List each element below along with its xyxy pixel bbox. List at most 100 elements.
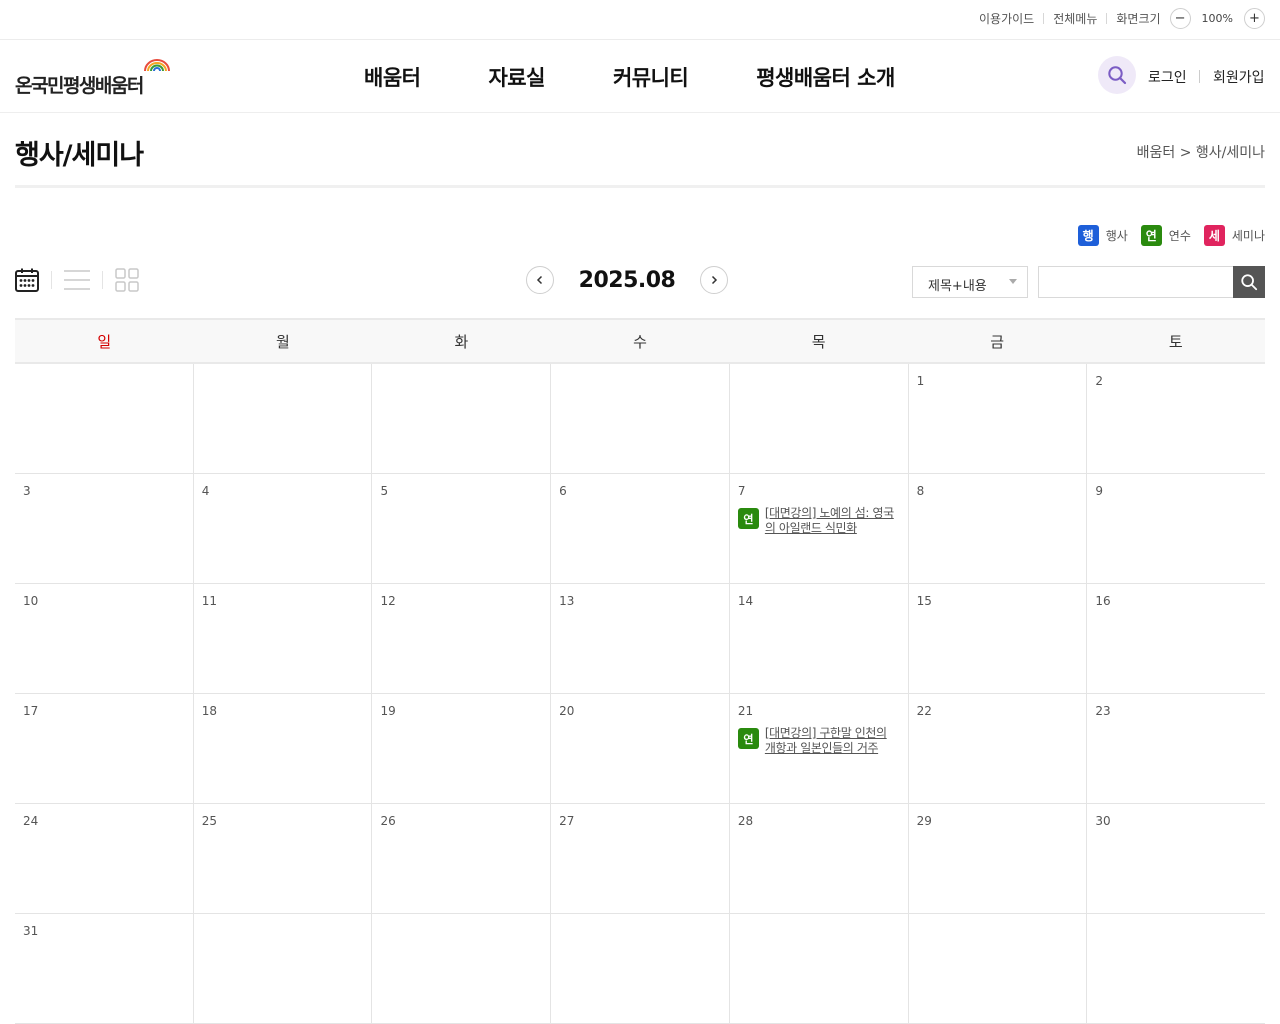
calendar-day-cell: 19: [371, 694, 550, 803]
usage-guide-link[interactable]: 이용가이드: [970, 10, 1043, 27]
day-number: 18: [201, 704, 217, 718]
calendar-day-cell: 7 연 [대면강의] 노예의 섬: 영국의 아일랜드 식민화: [728, 474, 908, 583]
calendar-day-cell: 1: [907, 364, 1087, 473]
calendar-week-row: 3 4 5 6 7 연 [대면강의] 노예의 섬: 영국의 아일랜드 식민화 8 9: [15, 474, 1265, 584]
calendar-day-cell: 30: [1086, 804, 1265, 913]
calendar-week-row: 31: [15, 914, 1265, 1024]
seminar-category-label: 세미나: [1231, 229, 1265, 243]
all-menu-link[interactable]: 전체메뉴: [1044, 10, 1106, 27]
day-number: 20: [559, 704, 575, 718]
chevron-down-icon: [1009, 279, 1017, 284]
nav-item-about[interactable]: 평생배움터 소개: [722, 62, 929, 92]
calendar-day-cell: [728, 914, 908, 1023]
calendar-day-cell: 2: [1086, 364, 1265, 473]
calendar-day-cell: [371, 914, 550, 1023]
zoom-level: 100%: [1201, 12, 1233, 25]
calendar-event[interactable]: 연 [대면강의] 노예의 섬: 영국의 아일랜드 식민화: [737, 506, 908, 536]
day-number: 5: [380, 484, 389, 498]
day-number: [380, 374, 550, 390]
day-number: [380, 924, 550, 940]
nav-item-community[interactable]: 커뮤니티: [579, 62, 722, 92]
header-search-button[interactable]: [1098, 56, 1136, 94]
calendar-day-cell: 10: [15, 584, 193, 693]
day-number: 10: [23, 594, 39, 608]
calendar-day-cell: 24: [15, 804, 193, 913]
calendar-day-cell: 31: [15, 914, 193, 1023]
divider: [102, 271, 103, 289]
calendar-day-cell: 27: [550, 804, 729, 913]
utility-bar: 이용가이드 전체메뉴 화면크기 − 100% +: [0, 0, 1280, 40]
training-category-badge: 연: [737, 728, 759, 749]
grid-view-icon[interactable]: [115, 268, 139, 292]
calendar-day-cell: 20: [550, 694, 729, 803]
calendar-view-icon[interactable]: [15, 268, 39, 292]
calendar-day-cell: 11: [192, 584, 372, 693]
search-scope-value: 제목+내용: [928, 279, 987, 294]
rainbow-logo-icon: [144, 59, 170, 72]
calendar-day-cell: [15, 364, 193, 473]
zoom-in-button[interactable]: +: [1244, 8, 1265, 29]
weekday-friday: 금: [990, 332, 1005, 351]
nav-item-learning[interactable]: 배움터: [330, 62, 454, 92]
month-navigation: 2025.08: [526, 266, 728, 294]
day-number: 16: [1095, 594, 1111, 608]
calendar-day-cell: [728, 364, 908, 473]
weekday-saturday: 토: [1168, 332, 1183, 351]
day-number: 31: [23, 924, 39, 938]
day-number: 7: [737, 484, 746, 498]
logo-text: 온국민평생배움터: [15, 75, 144, 97]
weekday-sunday: 일: [97, 332, 112, 351]
day-number: 26: [380, 814, 396, 828]
list-view-icon[interactable]: [64, 268, 90, 292]
calendar-day-cell: [907, 914, 1087, 1023]
search-submit-button[interactable]: [1233, 266, 1265, 298]
day-number: 9: [1095, 484, 1103, 498]
day-number: [23, 374, 193, 390]
day-number: 19: [380, 704, 396, 718]
signup-link[interactable]: 회원가입: [1213, 67, 1265, 87]
nav-item-resources[interactable]: 자료실: [454, 62, 578, 92]
day-number: [202, 924, 372, 940]
calendar-day-cell: 22: [907, 694, 1087, 803]
site-logo[interactable]: 온국민평생배움터: [15, 58, 175, 98]
weekday-thursday: 목: [811, 332, 826, 351]
day-number: 25: [201, 814, 217, 828]
event-title-link[interactable]: [대면강의] 노예의 섬: 영국의 아일랜드 식민화: [765, 506, 897, 536]
calendar-body: 1 2 3 4 5 6 7 연 [대면강의] 노예의 섬: 영국의 아일랜드 식민화 8 9 10 11…: [15, 364, 1265, 1024]
zoom-out-button[interactable]: −: [1169, 8, 1191, 29]
training-category-label: 연수: [1168, 229, 1191, 243]
calendar-day-cell: [550, 914, 729, 1023]
day-number: [917, 924, 1087, 940]
calendar-day-cell: 3: [15, 474, 193, 583]
day-number: [202, 374, 372, 390]
search-input[interactable]: [1038, 266, 1234, 298]
event-category-badge: 행: [1077, 225, 1099, 246]
calendar-day-cell: 6: [550, 474, 729, 583]
seminar-category-badge: 세: [1203, 225, 1225, 246]
utility-links: 이용가이드 전체메뉴 화면크기 − 100% +: [970, 8, 1265, 29]
calendar-day-cell: 8: [907, 474, 1087, 583]
day-number: [1095, 924, 1265, 940]
calendar-day-cell: [1086, 914, 1265, 1023]
training-category-badge: 연: [737, 508, 759, 529]
event-title-link[interactable]: [대면강의] 구한말 인천의 개항과 일본인들의 거주: [765, 726, 897, 756]
calendar-event[interactable]: 연 [대면강의] 구한말 인천의 개항과 일본인들의 거주: [737, 726, 908, 756]
next-month-button[interactable]: [700, 266, 728, 294]
calendar-week-row: 24 25 26 27 28 29 30: [15, 804, 1265, 914]
breadcrumb: 배움터 > 행사/세미나: [1136, 145, 1265, 161]
day-number: [559, 924, 729, 940]
search-scope-select[interactable]: 제목+내용: [912, 266, 1028, 298]
search-icon: [1108, 66, 1127, 85]
page-title: 행사/세미나: [15, 140, 144, 171]
divider: [51, 271, 52, 289]
day-number: 1: [916, 374, 925, 388]
day-number: 4: [201, 484, 210, 498]
calendar-day-cell: [192, 364, 372, 473]
main-nav: 배움터 자료실 커뮤니티 평생배움터 소개: [330, 40, 929, 113]
screen-size-label: 화면크기: [1116, 12, 1161, 26]
calendar-day-cell: 17: [15, 694, 193, 803]
calendar-day-cell: [192, 914, 372, 1023]
month-calendar: 일 월 화 수 목 금 토 1 2 3 4 5 6 7 연 [대면강의] 노예의 섬: 영국의 …: [15, 318, 1265, 1024]
prev-month-button[interactable]: [526, 266, 554, 294]
login-link[interactable]: 로그인: [1148, 67, 1187, 87]
